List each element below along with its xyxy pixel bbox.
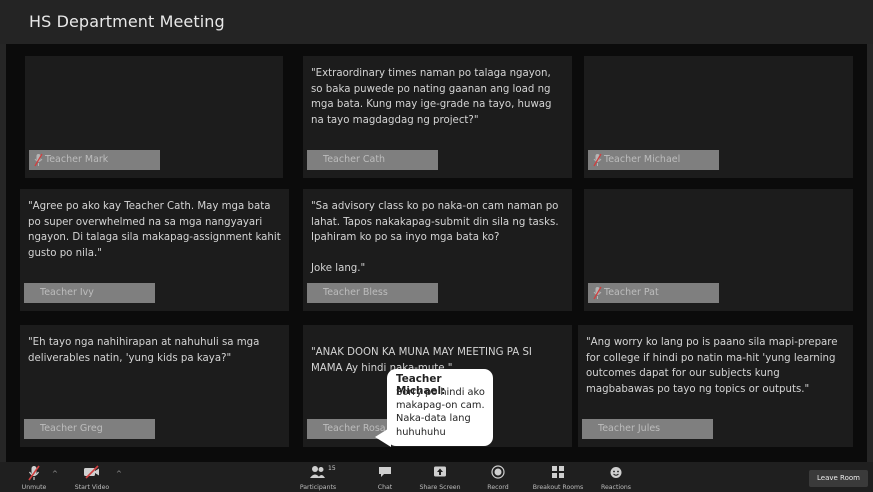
- share-screen-button[interactable]: Share Screen: [415, 462, 465, 492]
- participant-name-bar: Teacher Ivy: [24, 283, 155, 303]
- unmute-label: Unmute: [21, 484, 47, 491]
- participant-name: Teacher Mark: [45, 154, 109, 165]
- leave-room-button[interactable]: Leave Room: [809, 470, 868, 487]
- participant-tile[interactable]: "Agree po ako kay Teacher Cath. May mga …: [20, 189, 289, 311]
- video-options-caret-icon[interactable]: ^: [116, 470, 122, 478]
- participant-tile[interactable]: "Eh tayo nga nahihirapan at nahuhuli sa …: [20, 325, 289, 447]
- participant-quote: "Ang worry ko lang po is paano sila mapi…: [586, 337, 841, 395]
- participant-name: Teacher Michael: [604, 154, 681, 165]
- muted-mic-icon: [34, 153, 43, 167]
- participants-label: Participants: [299, 484, 337, 491]
- participant-name-bar: Teacher Pat: [588, 283, 719, 303]
- record-button[interactable]: Record: [480, 462, 516, 492]
- muted-mic-icon: [593, 153, 602, 167]
- participant-quote: "Agree po ako kay Teacher Cath. May mga …: [28, 201, 284, 259]
- breakout-rooms-label: Breakout Rooms: [532, 484, 584, 491]
- participant-tile[interactable]: Teacher Pat: [584, 189, 853, 311]
- reactions-button[interactable]: Reactions: [596, 462, 636, 492]
- chat-button[interactable]: Chat: [368, 462, 402, 492]
- participant-name-bar: Teacher Jules: [582, 419, 713, 439]
- start-video-button[interactable]: Start Video: [68, 462, 116, 492]
- participant-name-bar: Teacher Cath: [307, 150, 438, 170]
- participant-quote: "Extraordinary times naman po talaga nga…: [311, 68, 555, 126]
- share-screen-icon: [434, 466, 446, 477]
- participant-tile[interactable]: Teacher Michael: [584, 56, 853, 178]
- reactions-label: Reactions: [600, 484, 632, 491]
- reactions-icon: [610, 467, 622, 478]
- participant-name-bar: Teacher Michael: [588, 150, 719, 170]
- breakout-rooms-button[interactable]: Breakout Rooms: [528, 462, 588, 492]
- record-icon: [491, 465, 505, 479]
- participants-count: 15: [328, 465, 336, 472]
- meeting-title: HS Department Meeting: [29, 12, 225, 31]
- participant-quote: "Eh tayo nga nahihirapan at nahuhuli sa …: [28, 337, 263, 364]
- share-screen-label: Share Screen: [419, 484, 461, 491]
- audio-options-caret-icon[interactable]: ^: [52, 470, 58, 478]
- record-label: Record: [487, 484, 509, 491]
- participant-tile[interactable]: Teacher Mark: [25, 56, 283, 178]
- muted-mic-icon: [593, 286, 602, 300]
- participant-name: Teacher Pat: [604, 287, 659, 298]
- participant-name: Teacher Bless: [323, 287, 388, 298]
- start-video-label: Start Video: [74, 484, 110, 491]
- participants-icon: [310, 466, 325, 478]
- participant-name: Teacher Jules: [598, 423, 661, 434]
- unmute-button[interactable]: Unmute: [14, 462, 54, 492]
- window-title-bar: HS Department Meeting: [0, 0, 873, 44]
- participant-name: Teacher Ivy: [40, 287, 94, 298]
- participant-tile[interactable]: "Extraordinary times naman po talaga nga…: [303, 56, 572, 178]
- participant-tile[interactable]: "Ang worry ko lang po is paano sila mapi…: [578, 325, 853, 447]
- muted-mic-icon: [28, 465, 40, 481]
- breakout-rooms-icon: [552, 466, 564, 478]
- meeting-toolbar: Unmute ^ Start Video ^ 15 Participants C…: [0, 462, 873, 492]
- participant-quote: "Sa advisory class ko po naka-on cam nam…: [311, 201, 559, 274]
- video-off-icon: [84, 465, 99, 479]
- participant-name: Teacher Greg: [40, 423, 103, 434]
- chat-bubble: Teacher Michael: Sorry po hindi ako maka…: [387, 369, 493, 446]
- participant-name-bar: Teacher Greg: [24, 419, 155, 439]
- participants-button[interactable]: 15 Participants: [294, 462, 342, 492]
- participant-name: Teacher Cath: [323, 154, 386, 165]
- chat-icon: [379, 467, 391, 477]
- chat-message: Sorry po hindi ako makapag-on cam. Naka-…: [396, 387, 488, 438]
- chat-label: Chat: [377, 484, 393, 491]
- participant-name-bar: Teacher Mark: [29, 150, 160, 170]
- participant-name-bar: Teacher Bless: [307, 283, 438, 303]
- participant-tile[interactable]: "Sa advisory class ko po naka-on cam nam…: [303, 189, 572, 311]
